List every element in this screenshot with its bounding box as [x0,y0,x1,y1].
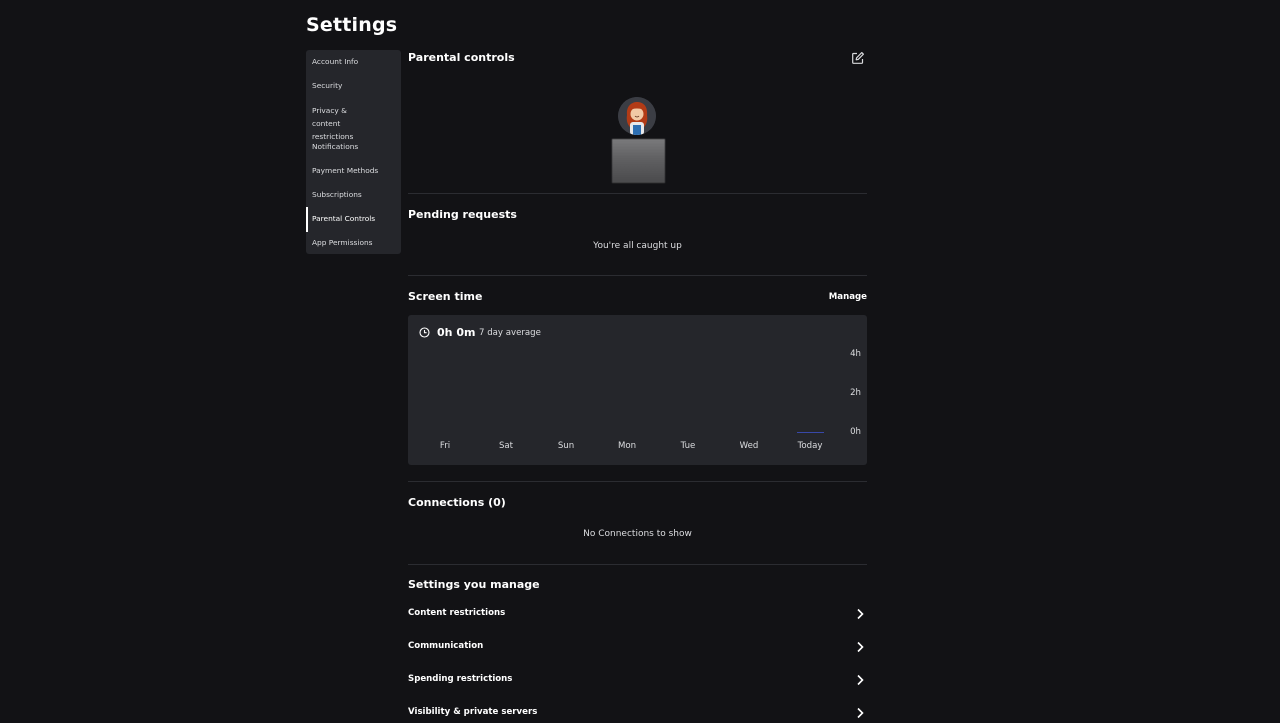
settings-you-manage-title: Settings you manage [408,578,540,591]
sidebar-item-security[interactable]: Security [306,80,401,92]
screen-time-subtitle: 7 day average [479,328,541,338]
sidebar-item-app-permissions[interactable]: App Permissions [306,237,401,249]
sidebar-item-label: Parental Controls [312,214,376,223]
screen-time-value: 0h 0m [437,326,476,339]
x-tick-day: Sat [498,441,514,451]
screen-time-title: Screen time [408,290,483,303]
x-tick-day: Mon [617,441,637,451]
sidebar-item-account-info[interactable]: Account Info [306,56,401,68]
setting-label: Spending restrictions [408,674,513,684]
setting-row-visibility-private-servers[interactable]: Visibility & private servers [408,703,867,723]
chevron-right-icon [857,608,864,620]
connections-empty-text: No Connections to show [583,529,692,539]
parental-controls-title: Parental controls [408,51,515,64]
x-tick-day: Sun [557,441,575,451]
sidebar-item-label: Security [312,81,343,90]
screen-time-card: 0h 0m 7 day average 4h 2h 0h Fri Sat Sun… [408,315,867,465]
y-tick: 0h [850,427,861,437]
setting-label: Visibility & private servers [408,707,538,717]
sidebar-item-subscriptions[interactable]: Subscriptions [306,189,401,201]
y-tick: 2h [850,388,861,398]
setting-row-communication[interactable]: Communication [408,637,867,657]
clock-icon [419,327,430,338]
x-tick-day: Wed [739,441,759,451]
divider [408,193,867,194]
setting-row-content-restrictions[interactable]: Content restrictions [408,604,867,624]
chevron-right-icon [857,707,864,719]
connections-title: Connections (0) [408,496,506,509]
manage-screen-time-link[interactable]: Manage [829,292,867,302]
sidebar-item-privacy[interactable]: Privacy & content restrictions [306,104,376,143]
blurred-username [612,139,665,183]
divider [408,275,867,276]
sidebar-item-label: Privacy & content restrictions [312,106,354,141]
setting-label: Content restrictions [408,608,506,618]
sidebar-item-payment-methods[interactable]: Payment Methods [306,165,401,177]
setting-row-spending-restrictions[interactable]: Spending restrictions [408,670,867,690]
today-bar [797,432,824,433]
sidebar-item-label: Notifications [312,142,359,151]
sidebar-item-label: Payment Methods [312,166,379,175]
y-tick: 4h [850,349,861,359]
edit-icon[interactable] [851,51,865,65]
chevron-right-icon [857,641,864,653]
x-tick-day: Tue [680,441,696,451]
pending-requests-title: Pending requests [408,208,517,221]
page-title: Settings [306,14,398,36]
sidebar-item-label: Subscriptions [312,190,362,199]
x-tick-day: Fri [439,441,451,451]
avatar [618,97,656,135]
sidebar-item-label: Account Info [312,57,359,66]
divider [408,564,867,565]
sidebar-item-label: App Permissions [312,238,373,247]
main-content: Parental controls Pending requests You'r… [408,0,867,720]
chevron-right-icon [857,674,864,686]
setting-label: Communication [408,641,484,651]
divider [408,481,867,482]
x-tick-day: Today [797,441,823,451]
sidebar-item-notifications[interactable]: Notifications [306,141,401,153]
pending-empty-text: You're all caught up [593,241,682,251]
sidebar-item-parental-controls[interactable]: Parental Controls [306,207,401,232]
settings-sidebar: Account Info Security Privacy & content … [306,50,401,254]
